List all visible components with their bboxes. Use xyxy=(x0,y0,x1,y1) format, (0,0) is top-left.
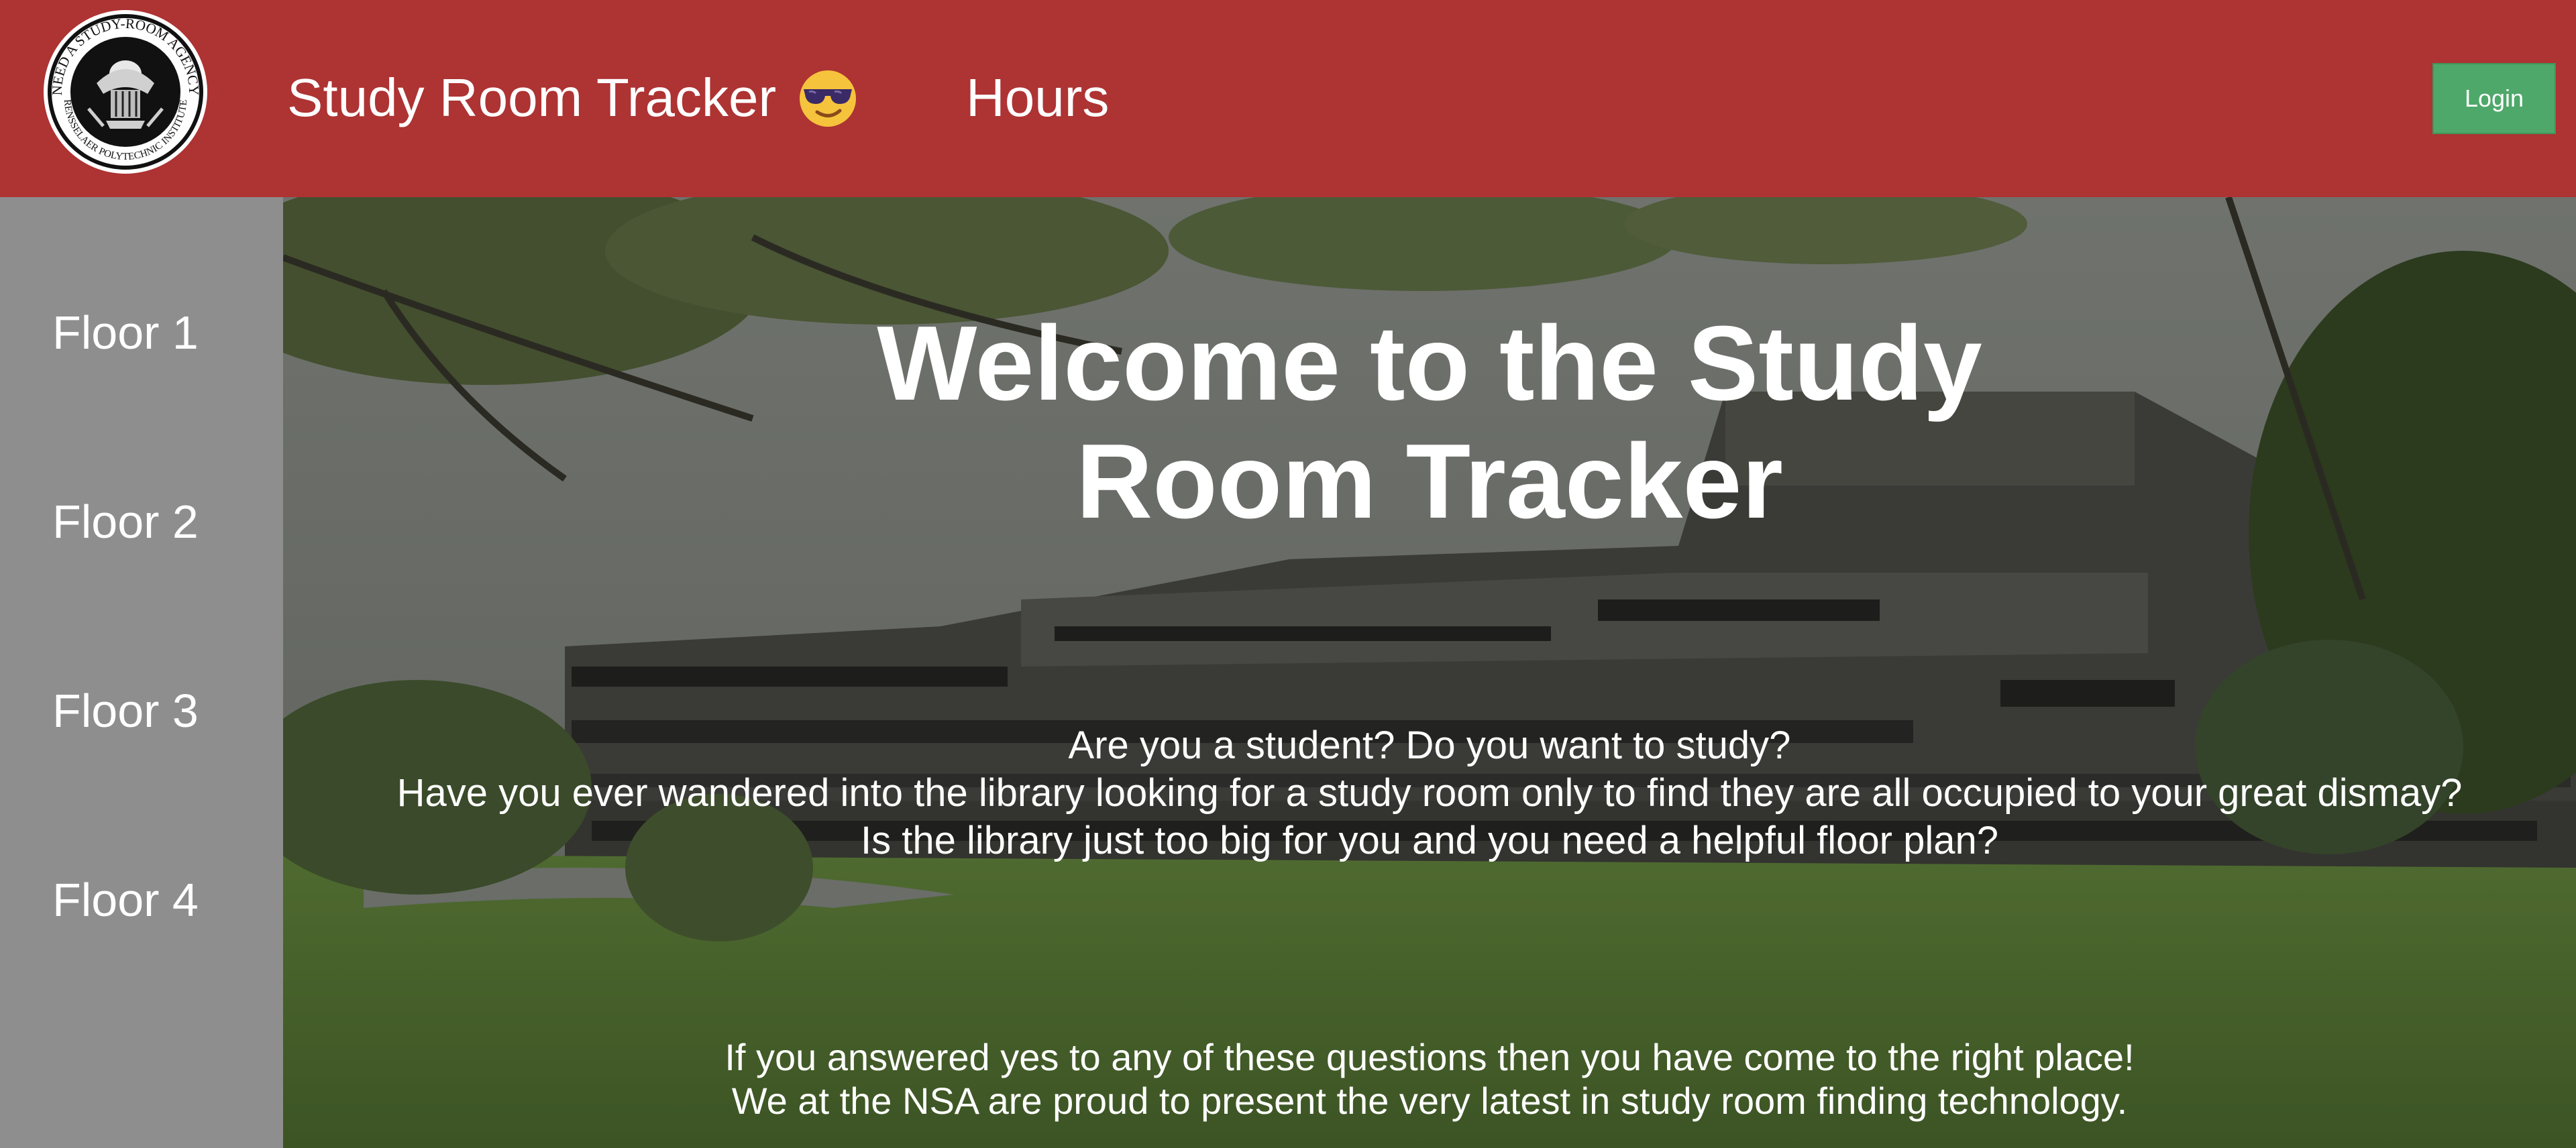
hero-answer-1: If you answered yes to any of these ques… xyxy=(724,1036,2135,1078)
hero-title-line-2: Room Tracker xyxy=(1076,422,1783,540)
smiling-face-with-sunglasses-icon xyxy=(800,70,856,127)
agency-seal-logo[interactable]: NEED A STUDY-ROOM AGENCY ★ RENSSELAER PO… xyxy=(42,8,209,176)
hero-question-3: Is the library just too big for you and … xyxy=(861,819,1998,862)
hero-question-1: Are you a student? Do you want to study? xyxy=(1068,724,1791,767)
sidebar-item-floor-3[interactable]: Floor 3 xyxy=(52,683,199,739)
sidebar-item-floor-1[interactable]: Floor 1 xyxy=(52,304,199,361)
brand-title[interactable]: Study Room Tracker xyxy=(287,66,776,130)
hero-question-2: Have you ever wandered into the library … xyxy=(396,771,2463,815)
hero-answer-2: We at the NSA are proud to present the v… xyxy=(731,1080,2128,1122)
hero-section: Welcome to the Study Room Tracker Are yo… xyxy=(283,197,2576,1148)
nav-hours-link[interactable]: Hours xyxy=(966,66,1109,130)
top-navbar: NEED A STUDY-ROOM AGENCY ★ RENSSELAER PO… xyxy=(0,0,2576,197)
hero-title: Welcome to the Study Room Tracker xyxy=(283,304,2576,540)
sidebar-item-floor-2[interactable]: Floor 2 xyxy=(52,494,199,550)
login-button[interactable]: Login xyxy=(2432,63,2556,134)
sidebar-item-floor-4[interactable]: Floor 4 xyxy=(52,872,199,928)
hero-title-line-1: Welcome to the Study xyxy=(877,304,1982,422)
floor-sidebar: Floor 1 Floor 2 Floor 3 Floor 4 xyxy=(0,197,283,1148)
